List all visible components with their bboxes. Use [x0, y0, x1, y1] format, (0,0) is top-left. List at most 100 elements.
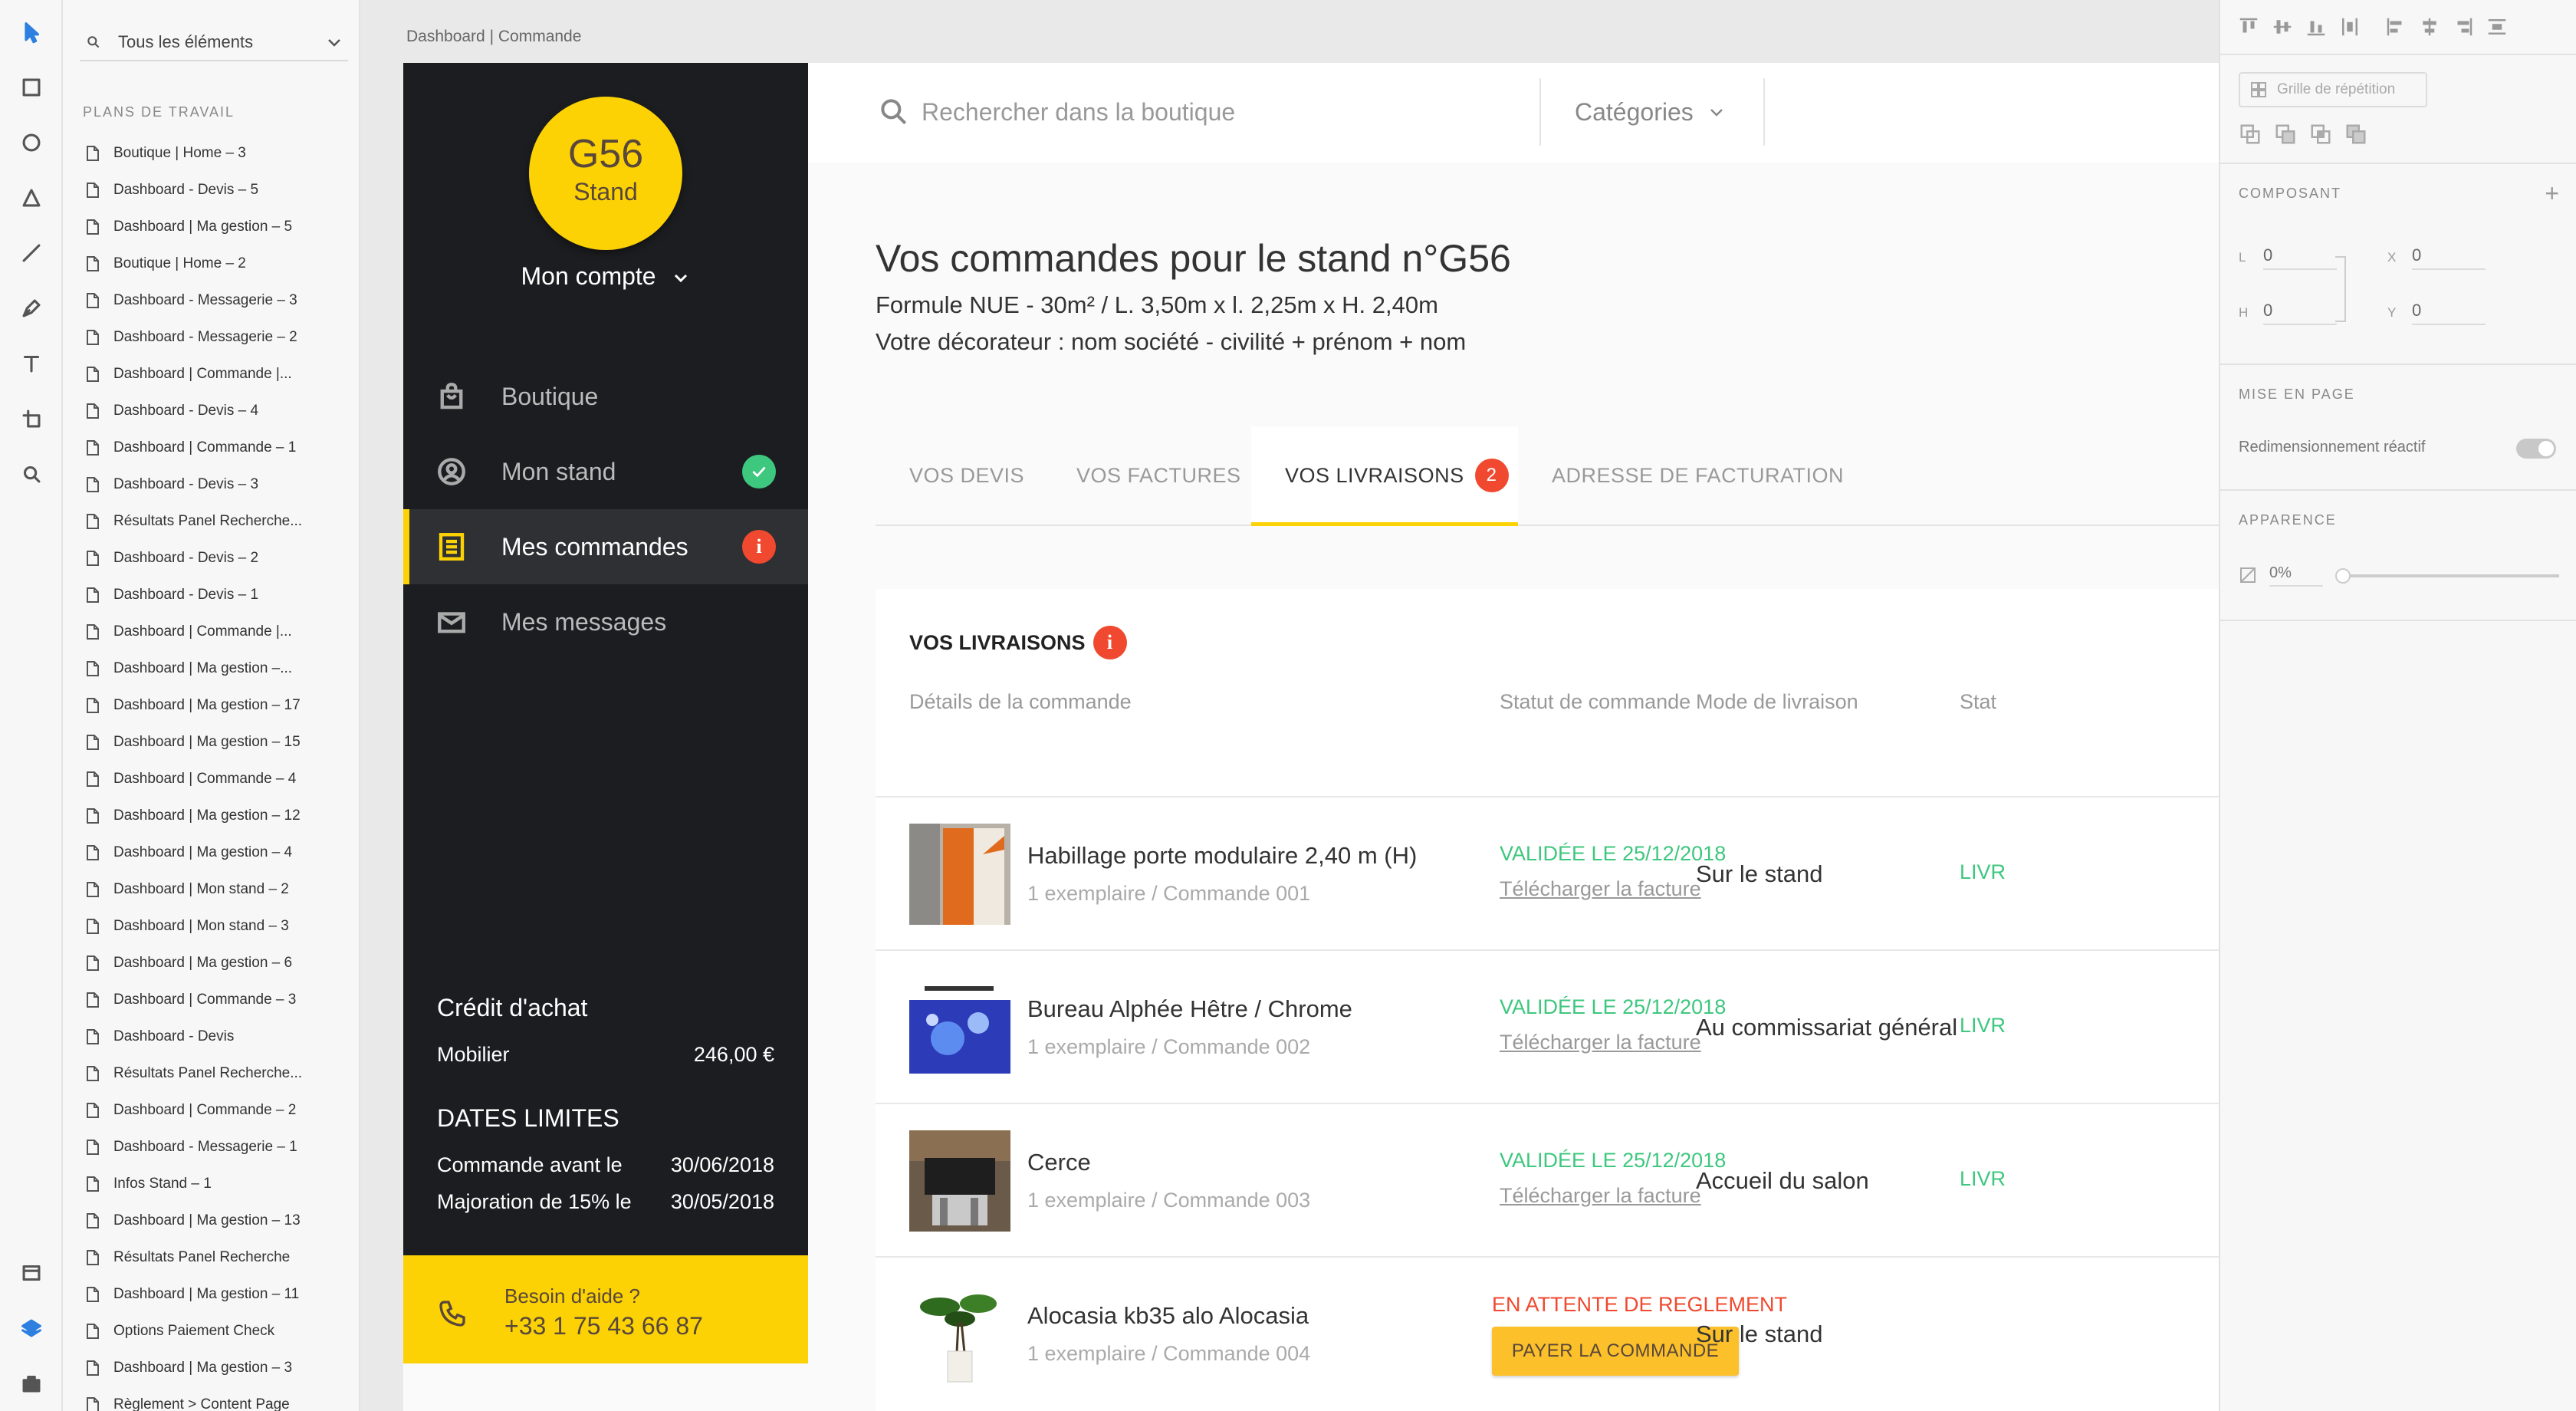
help-box[interactable]: Besoin d'aide ? +33 1 75 43 66 87 — [403, 1255, 808, 1363]
tab-vos-devis[interactable]: VOS DEVIS — [909, 426, 1024, 525]
layer-item[interactable]: Boutique | Home – 3 — [83, 135, 351, 172]
pen-tool-icon[interactable] — [15, 291, 48, 325]
tab-vos-livraisons[interactable]: VOS LIVRAISONS 2 — [1251, 426, 1518, 526]
align-bottom-icon[interactable] — [2305, 15, 2328, 38]
layer-item[interactable]: Dashboard | Commande – 2 — [83, 1092, 351, 1129]
align-left-icon[interactable] — [2384, 15, 2407, 38]
boolean-subtract-icon[interactable] — [2274, 123, 2297, 146]
x-field[interactable]: X0 — [2387, 245, 2486, 270]
layer-item[interactable]: Résultats Panel Recherche... — [83, 1055, 351, 1092]
layer-item[interactable]: Dashboard | Mon stand – 2 — [83, 871, 351, 908]
line-tool-icon[interactable] — [15, 236, 48, 270]
shopping-bag-icon — [435, 380, 468, 413]
layer-item[interactable]: Dashboard | Commande |... — [83, 356, 351, 393]
text-tool-icon[interactable] — [15, 347, 48, 380]
width-field[interactable]: L0 — [2239, 245, 2337, 270]
download-invoice-link[interactable]: Télécharger la facture — [1500, 1031, 1701, 1054]
table-row: Cerce 1 exemplaire / Commande 003 VALIDÉ… — [876, 1103, 2219, 1256]
layer-item[interactable]: Dashboard | Ma gestion –... — [83, 650, 351, 687]
boolean-add-icon[interactable] — [2239, 123, 2262, 146]
nav-item-mon-stand[interactable]: Mon stand — [403, 434, 808, 509]
layer-item[interactable]: Dashboard | Ma gestion – 5 — [83, 209, 351, 245]
layer-item[interactable]: Dashboard - Messagerie – 2 — [83, 319, 351, 356]
layer-item[interactable]: Dashboard - Messagerie – 3 — [83, 282, 351, 319]
layer-item[interactable]: Dashboard | Ma gestion – 6 — [83, 945, 351, 982]
layer-item[interactable]: Dashboard | Ma gestion – 15 — [83, 724, 351, 761]
zoom-tool-icon[interactable] — [15, 457, 48, 491]
lock-aspect-link[interactable] — [2335, 256, 2346, 322]
align-right-icon[interactable] — [2452, 15, 2475, 38]
layer-item[interactable]: Résultats Panel Recherche... — [83, 503, 351, 540]
tab-vos-factures[interactable]: VOS FACTURES — [1076, 426, 1241, 525]
assets-panel-icon[interactable] — [15, 1256, 48, 1290]
deadline-value: 30/05/2018 — [670, 1190, 774, 1213]
layer-item[interactable]: Dashboard - Devis — [83, 1018, 351, 1055]
search-input[interactable] — [915, 90, 1452, 133]
artboard-title[interactable]: Dashboard | Commande — [406, 28, 581, 46]
tab-adresse-facturation[interactable]: ADRESSE DE FACTURATION — [1552, 426, 1844, 525]
rectangle-tool-icon[interactable] — [15, 71, 48, 104]
add-component-icon[interactable]: + — [2545, 179, 2559, 208]
layer-item[interactable]: Dashboard - Devis – 4 — [83, 393, 351, 429]
layer-label: Dashboard - Devis — [113, 1028, 235, 1044]
layer-item[interactable]: Dashboard | Commande – 1 — [83, 429, 351, 466]
artboard-tool-icon[interactable] — [15, 402, 48, 436]
layer-item[interactable]: Dashboard - Devis – 2 — [83, 540, 351, 577]
layer-filter-dropdown[interactable]: Tous les éléments — [80, 25, 348, 61]
repeat-grid-button[interactable]: Grille de répétition — [2239, 72, 2427, 107]
nav-item-mes-messages[interactable]: Mes messages — [403, 584, 808, 659]
layer-item[interactable]: Dashboard | Commande – 4 — [83, 761, 351, 798]
artboard-icon — [87, 624, 99, 640]
triangle-tool-icon[interactable] — [15, 181, 48, 215]
opacity-value[interactable]: 0% — [2269, 564, 2323, 587]
layer-item[interactable]: Dashboard | Ma gestion – 12 — [83, 798, 351, 834]
opacity-slider[interactable] — [2335, 568, 2559, 584]
categories-dropdown[interactable]: Catégories — [1575, 98, 1726, 127]
nav-item-boutique[interactable]: Boutique — [403, 359, 808, 434]
layer-item[interactable]: Dashboard - Messagerie – 1 — [83, 1129, 351, 1166]
nav-item-mes-commandes[interactable]: Mes commandes i — [403, 509, 808, 584]
column-header: Statut de commande — [1500, 690, 1691, 713]
layer-item[interactable]: Règlement > Content Page — [83, 1386, 351, 1411]
layers-panel-icon[interactable] — [15, 1311, 48, 1345]
layer-item[interactable]: Dashboard - Devis – 1 — [83, 577, 351, 613]
layer-item[interactable]: Infos Stand – 1 — [83, 1166, 351, 1202]
responsive-resize-toggle[interactable] — [2516, 439, 2556, 459]
layer-item[interactable]: Dashboard | Mon stand – 3 — [83, 908, 351, 945]
active-tab-underline — [1251, 522, 1518, 526]
y-field[interactable]: Y0 — [2387, 301, 2486, 325]
layer-item[interactable]: Dashboard | Commande |... — [83, 613, 351, 650]
layer-item[interactable]: Dashboard | Ma gestion – 3 — [83, 1350, 351, 1386]
boolean-intersect-icon[interactable] — [2309, 123, 2332, 146]
download-invoice-link[interactable]: Télécharger la facture — [1500, 1184, 1701, 1208]
layer-item[interactable]: Résultats Panel Recherche — [83, 1239, 351, 1276]
boolean-exclude-icon[interactable] — [2344, 123, 2367, 146]
artboard-icon — [87, 992, 99, 1008]
deliveries-card: VOS LIVRAISONS i Détails de la commande … — [876, 589, 2219, 1411]
align-top-icon[interactable] — [2237, 15, 2260, 38]
layer-item[interactable]: Dashboard | Ma gestion – 13 — [83, 1202, 351, 1239]
layer-item[interactable]: Dashboard - Devis – 3 — [83, 466, 351, 503]
layer-item[interactable]: Options Paiement Check — [83, 1313, 351, 1350]
mail-icon — [435, 606, 468, 638]
distribute-icon[interactable] — [2338, 15, 2361, 38]
layer-label: Dashboard - Devis – 5 — [113, 182, 259, 198]
ellipse-tool-icon[interactable] — [15, 126, 48, 160]
layer-item[interactable]: Dashboard | Ma gestion – 4 — [83, 834, 351, 871]
account-menu[interactable]: Mon compte — [403, 262, 808, 291]
download-invoice-link[interactable]: Télécharger la facture — [1500, 877, 1701, 901]
align-center-icon[interactable] — [2418, 15, 2441, 38]
align-middle-icon[interactable] — [2271, 15, 2294, 38]
artboard: G56 Stand Mon compte Boutique Mon stand … — [403, 63, 2219, 1411]
product-image — [909, 1284, 1010, 1385]
distribute-horizontal-icon[interactable] — [2486, 15, 2509, 38]
layer-item[interactable]: Dashboard | Ma gestion – 11 — [83, 1276, 351, 1313]
layer-item[interactable]: Boutique | Home – 2 — [83, 245, 351, 282]
layer-item[interactable]: Dashboard | Ma gestion – 17 — [83, 687, 351, 724]
component-section: COMPOSANT + L0 X0 H0 Y0 — [2220, 164, 2576, 365]
select-tool-icon[interactable] — [15, 15, 48, 49]
plugins-panel-icon[interactable] — [15, 1367, 48, 1400]
layer-item[interactable]: Dashboard - Devis – 5 — [83, 172, 351, 209]
layer-item[interactable]: Dashboard | Commande – 3 — [83, 982, 351, 1018]
height-field[interactable]: H0 — [2239, 301, 2337, 325]
